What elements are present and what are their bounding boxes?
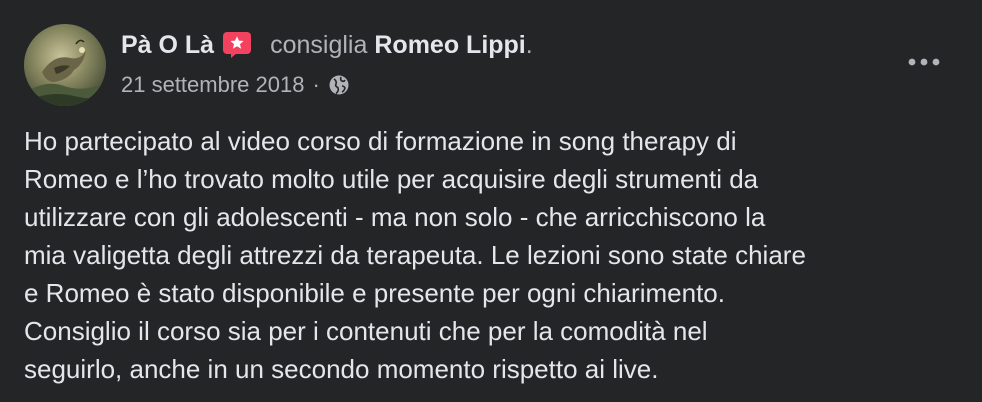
- post-body: Ho partecipato al video corso di formazi…: [24, 122, 964, 388]
- author-name[interactable]: Pà O Là: [121, 31, 214, 60]
- post-meta: 21 settembre 2018 ·: [121, 70, 350, 100]
- post-header: Pà O Là consiglia Romeo Lippi .: [121, 26, 533, 64]
- avatar-image: [24, 24, 106, 106]
- post-body-line: Ho partecipato al video corso di formazi…: [24, 126, 737, 156]
- post-date[interactable]: 21 settembre 2018: [121, 72, 304, 98]
- star-badge-icon: [222, 31, 252, 59]
- meta-separator: ·: [312, 72, 320, 97]
- post-body-line: utilizzare con gli adolescenti - ma non …: [24, 202, 766, 232]
- post-body-line: seguirlo, anche in un secondo momento ri…: [24, 354, 659, 384]
- avatar[interactable]: [24, 24, 106, 106]
- globe-icon[interactable]: [328, 74, 350, 96]
- recommendation-post: Pà O Là consiglia Romeo Lippi . 21 sette…: [0, 0, 982, 402]
- recommend-verb: consiglia: [270, 30, 368, 59]
- post-body-line: Romeo e l’ho trovato molto utile per acq…: [24, 164, 759, 194]
- more-horizontal-icon: [908, 58, 940, 66]
- post-body-line: Consiglio il corso sia per i contenuti c…: [24, 316, 708, 346]
- post-body-line: e Romeo è stato disponibile e presente p…: [24, 278, 725, 308]
- header-period: .: [525, 30, 533, 59]
- more-options-button[interactable]: [902, 44, 946, 80]
- post-body-line: mia valigetta degli attrezzi da terapeut…: [24, 240, 806, 270]
- recommended-page-name[interactable]: Romeo Lippi: [374, 31, 525, 60]
